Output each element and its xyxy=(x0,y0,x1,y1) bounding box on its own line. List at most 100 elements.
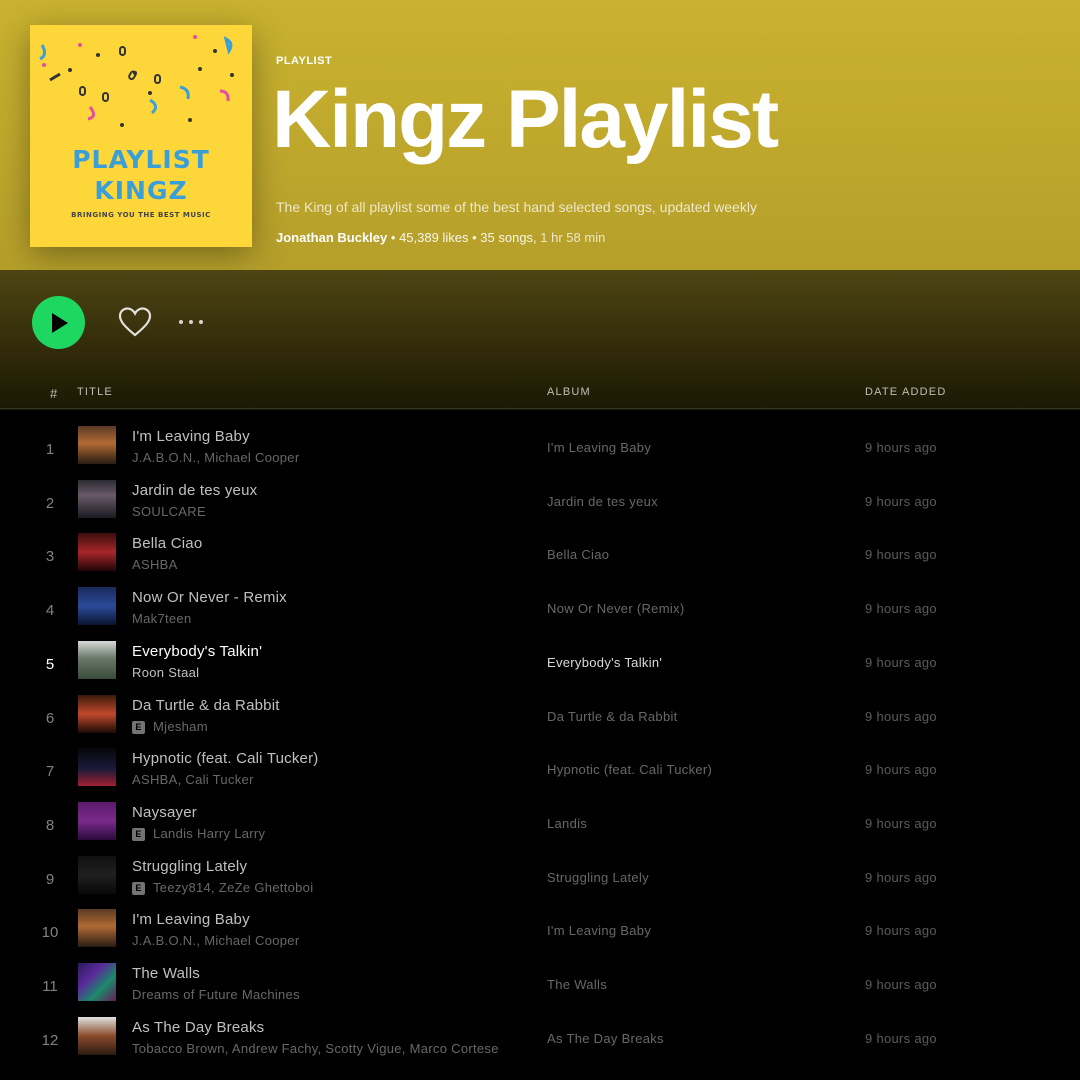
track-artist[interactable]: ASHBA, Cali Tucker xyxy=(132,772,254,787)
track-artist[interactable]: J.A.B.O.N., Michael Cooper xyxy=(132,933,299,948)
track-date-added: 9 hours ago xyxy=(865,654,937,670)
track-title[interactable]: I'm Leaving Baby xyxy=(132,911,250,928)
track-artist-name[interactable]: Dreams of Future Machines xyxy=(132,987,300,1002)
track-album[interactable]: As The Day Breaks xyxy=(547,1031,664,1046)
track-artist-name[interactable]: ASHBA, Cali Tucker xyxy=(132,772,254,787)
track-date-added: 9 hours ago xyxy=(865,601,937,617)
track-title[interactable]: The Walls xyxy=(132,965,200,982)
track-album-art[interactable] xyxy=(78,479,116,518)
playlist-owner-link[interactable]: Jonathan Buckley xyxy=(276,230,387,245)
track-row[interactable]: 6 Da Turtle & da Rabbit E Mjesham Da Turtle … xyxy=(0,692,1080,746)
track-artist[interactable]: E Mjesham xyxy=(132,719,208,734)
track-album-art[interactable] xyxy=(78,855,116,894)
track-title[interactable]: Hypnotic (feat. Cali Tucker) xyxy=(132,750,319,767)
track-artist[interactable]: E Teezy814, ZeZe Ghettoboi xyxy=(132,880,313,895)
track-row[interactable]: 1 I'm Leaving Baby J.A.B.O.N., Michael Coo… xyxy=(0,423,1080,477)
track-date-added: 9 hours ago xyxy=(865,440,937,455)
track-row[interactable]: 11 The Walls Dreams of Future Machines The … xyxy=(0,960,1080,1014)
track-album-art[interactable] xyxy=(78,694,116,733)
action-bar: # TITLE ALBUM DATE ADDED xyxy=(0,270,1080,410)
track-artist[interactable]: Dreams of Future Machines xyxy=(132,987,300,1002)
track-artist-name[interactable]: ASHBA xyxy=(132,557,178,572)
track-artist-name[interactable]: SOULCARE xyxy=(132,504,206,519)
track-row[interactable]: 4 Now Or Never - Remix Mak7teen Now Or Neve… xyxy=(0,584,1080,638)
track-artist-name[interactable]: J.A.B.O.N., Michael Cooper xyxy=(132,933,299,948)
meta-separator: • xyxy=(472,230,477,245)
track-album[interactable]: Struggling Lately xyxy=(547,870,649,885)
track-album[interactable]: Da Turtle & da Rabbit xyxy=(547,709,678,724)
track-album-art[interactable] xyxy=(78,909,116,948)
track-title[interactable]: Naysayer xyxy=(132,804,197,821)
track-album-art[interactable] xyxy=(78,426,116,464)
track-date-added: 9 hours ago xyxy=(865,708,937,724)
column-date-added[interactable]: DATE ADDED xyxy=(865,386,946,398)
track-date-added: 9 hours ago xyxy=(865,493,937,509)
track-artist[interactable]: E Landis Harry Larry xyxy=(132,826,265,841)
track-artist-name[interactable]: Roon Staal xyxy=(132,665,199,680)
track-row[interactable]: 3 Bella Ciao ASHBA Bella Ciao 9 hours ago xyxy=(0,530,1080,584)
track-row[interactable]: 10 I'm Leaving Baby J.A.B.O.N., Michael Co… xyxy=(0,906,1080,960)
column-number: # xyxy=(50,386,59,401)
track-album-art[interactable] xyxy=(78,533,116,572)
track-row[interactable]: 5 Everybody's Talkin' Roon Staal Everybody'… xyxy=(0,638,1080,692)
track-album[interactable]: Hypnotic (feat. Cali Tucker) xyxy=(547,762,712,777)
track-artist[interactable]: SOULCARE xyxy=(132,504,206,519)
track-artist[interactable]: ASHBA xyxy=(132,557,178,572)
playlist-cover-art[interactable]: PLAYLIST KINGZ BRINGING YOU THE BEST MUS… xyxy=(30,25,252,247)
track-album-art[interactable] xyxy=(78,748,116,787)
more-options-icon[interactable] xyxy=(176,314,206,330)
track-title[interactable]: As The Day Breaks xyxy=(132,1019,264,1036)
track-artist[interactable]: J.A.B.O.N., Michael Cooper xyxy=(132,450,299,465)
track-date-added: 9 hours ago xyxy=(865,923,937,939)
meta-separator: • xyxy=(390,230,396,245)
track-title[interactable]: Now Or Never - Remix xyxy=(132,589,287,606)
track-row[interactable]: 12 As The Day Breaks Tobacco Brown, Andrew… xyxy=(0,1014,1080,1068)
track-album-art[interactable] xyxy=(78,963,116,1001)
column-album[interactable]: ALBUM xyxy=(547,386,591,398)
track-album-art[interactable] xyxy=(78,587,116,626)
track-date-added: 9 hours ago xyxy=(865,977,937,992)
playlist-type-label: PLAYLIST xyxy=(276,55,333,67)
track-title[interactable]: I'm Leaving Baby xyxy=(132,428,250,445)
track-artist-name[interactable]: J.A.B.O.N., Michael Cooper xyxy=(132,450,299,465)
track-row[interactable]: 9 Struggling Lately E Teezy814, ZeZe Ghetto… xyxy=(0,853,1080,907)
track-title[interactable]: Da Turtle & da Rabbit xyxy=(132,697,280,714)
track-album-art[interactable] xyxy=(78,1016,116,1055)
track-album[interactable]: Landis xyxy=(547,816,587,831)
track-artist[interactable]: Tobacco Brown, Andrew Fachy, Scotty Vigu… xyxy=(132,1041,499,1056)
track-artist-name[interactable]: Mjesham xyxy=(153,719,208,734)
track-album[interactable]: I'm Leaving Baby xyxy=(547,440,651,455)
track-row[interactable]: 2 Jardin de tes yeux SOULCARE Jardin de tes… xyxy=(0,477,1080,531)
track-album-art[interactable] xyxy=(78,640,116,679)
track-title[interactable]: Bella Ciao xyxy=(132,535,202,552)
track-artist[interactable]: Roon Staal xyxy=(132,665,199,680)
track-album[interactable]: The Walls xyxy=(547,977,607,992)
track-number: 9 xyxy=(45,870,55,888)
track-album[interactable]: Jardin de tes yeux xyxy=(547,494,658,509)
track-row[interactable]: 7 Hypnotic (feat. Cali Tucker) ASHBA, Cali… xyxy=(0,745,1080,799)
track-artist[interactable]: Mak7teen xyxy=(132,611,192,626)
play-button[interactable] xyxy=(32,296,85,349)
explicit-badge: E xyxy=(132,720,145,734)
playlist-header: PLAYLIST KINGZ BRINGING YOU THE BEST MUS… xyxy=(0,0,1080,270)
track-album[interactable]: Now Or Never (Remix) xyxy=(547,601,684,616)
playlist-description: The King of all playlist some of the bes… xyxy=(276,199,757,215)
heart-icon[interactable] xyxy=(118,306,152,338)
track-date-added: 9 hours ago xyxy=(865,869,937,885)
playlist-likes: 45,389 likes xyxy=(399,230,469,245)
track-artist-name[interactable]: Teezy814, ZeZe Ghettoboi xyxy=(153,880,313,895)
track-row[interactable]: 8 Naysayer E Landis Harry Larry Landis 9 hour… xyxy=(0,799,1080,853)
track-artist-name[interactable]: Tobacco Brown, Andrew Fachy, Scotty Vigu… xyxy=(132,1041,499,1056)
track-title[interactable]: Jardin de tes yeux xyxy=(132,482,257,499)
track-list-header: # TITLE ALBUM DATE ADDED xyxy=(0,381,1080,409)
track-album[interactable]: I'm Leaving Baby xyxy=(547,923,651,938)
track-title[interactable]: Everybody's Talkin' xyxy=(132,643,262,660)
track-artist-name[interactable]: Mak7teen xyxy=(132,611,192,626)
track-title[interactable]: Struggling Lately xyxy=(132,858,247,875)
track-artist-name[interactable]: Landis Harry Larry xyxy=(153,826,265,841)
track-album-art[interactable] xyxy=(78,801,116,840)
track-number: 6 xyxy=(45,709,55,727)
track-album[interactable]: Bella Ciao xyxy=(547,547,609,562)
column-title[interactable]: TITLE xyxy=(77,386,113,398)
track-album[interactable]: Everybody's Talkin' xyxy=(547,655,662,670)
